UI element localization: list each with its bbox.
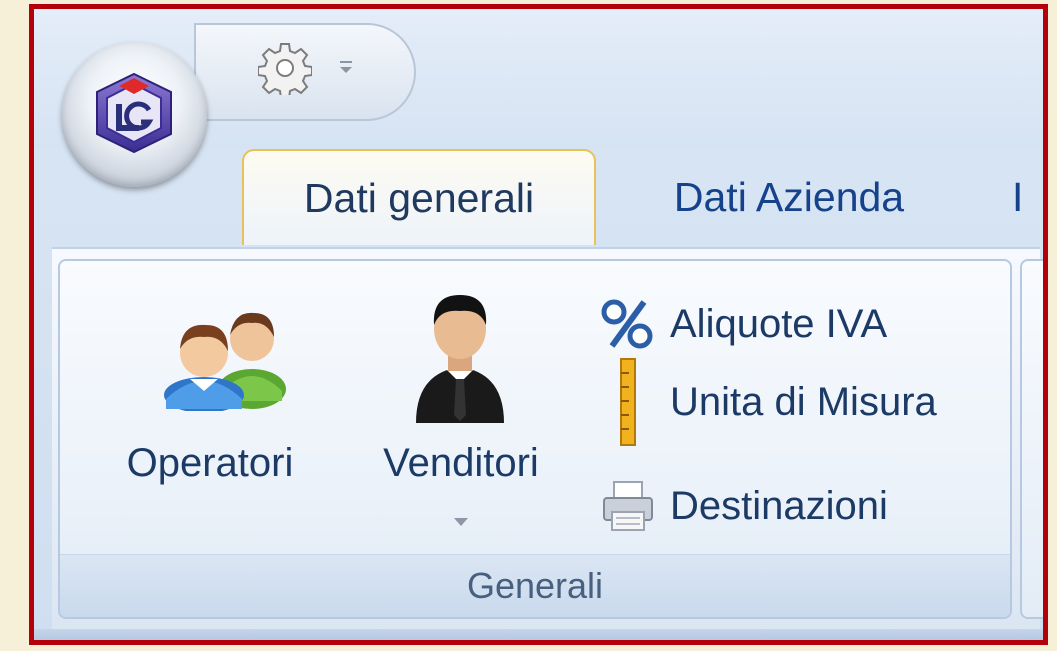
operatori-button[interactable]: Operatori [100, 281, 320, 531]
dropdown-arrow-icon[interactable] [336, 61, 356, 75]
unita-di-misura-button[interactable]: Unita di Misura [598, 358, 1008, 446]
application-window: Dati generali Dati Azienda I Operatori V… [29, 4, 1048, 645]
quick-access-toolbar [194, 23, 416, 121]
tab-dati-azienda[interactable]: Dati Azienda [649, 149, 929, 245]
unita-di-misura-label: Unita di Misura [670, 379, 937, 424]
ribbon-group-next [1020, 259, 1043, 619]
users-icon [164, 312, 286, 411]
printer-icon [598, 476, 658, 536]
percent-icon [598, 294, 658, 354]
group-caption: Generali [60, 554, 1010, 617]
venditori-button[interactable]: Venditori [346, 281, 576, 531]
ribbon-group-generali: Operatori Venditori Aliquote IVA Unita d… [58, 259, 1012, 619]
app-logo-icon [96, 72, 172, 154]
application-menu-button[interactable] [62, 42, 207, 187]
destinazioni-label: Destinazioni [670, 483, 888, 528]
businessman-icon [416, 295, 504, 423]
chevron-down-icon[interactable] [454, 517, 468, 527]
destinazioni-button[interactable]: Destinazioni [598, 473, 1008, 539]
aliquote-iva-button[interactable]: Aliquote IVA [598, 291, 1008, 357]
tab-partial[interactable]: I [1012, 149, 1043, 245]
ribbon-panel: Operatori Venditori Aliquote IVA Unita d… [52, 247, 1043, 629]
venditori-label: Venditori [383, 441, 539, 485]
aliquote-iva-label: Aliquote IVA [670, 301, 888, 346]
gear-icon[interactable] [258, 41, 312, 95]
ribbon-bottom-border [34, 629, 1043, 640]
tab-dati-generali[interactable]: Dati generali [242, 149, 596, 245]
operatori-label: Operatori [126, 441, 294, 485]
ruler-icon [598, 354, 658, 450]
